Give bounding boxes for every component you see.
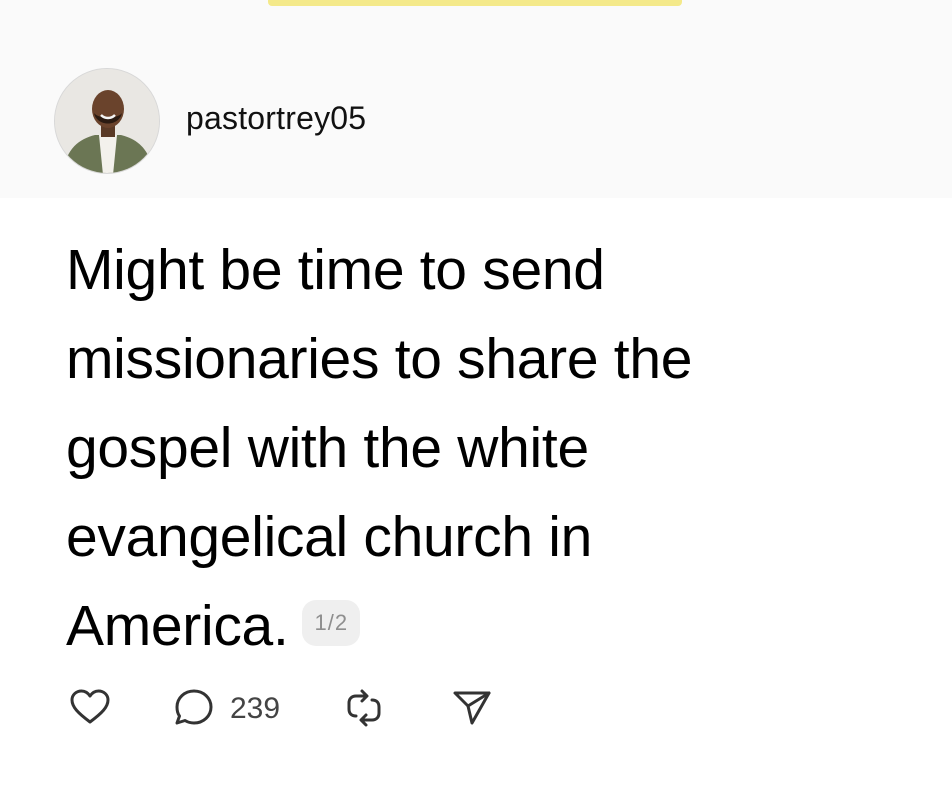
share-button[interactable] bbox=[450, 686, 494, 730]
post-body: Might be time to send missionaries to sh… bbox=[66, 226, 886, 671]
thread-count-badge: 1/2 bbox=[302, 599, 361, 646]
post-text-line: evangelical church in bbox=[66, 505, 593, 569]
previous-content-strip bbox=[268, 0, 682, 6]
post-text-line: missionaries to share the bbox=[66, 327, 693, 391]
avatar-photo bbox=[55, 69, 159, 173]
like-button[interactable] bbox=[68, 686, 112, 730]
send-paper-plane-icon bbox=[453, 691, 491, 725]
post-header: pastortrey05 bbox=[0, 0, 952, 198]
post-text-line: America. bbox=[66, 594, 289, 658]
reply-count: 239 bbox=[230, 692, 281, 725]
post-text-line: Might be time to send bbox=[66, 238, 605, 302]
repost-arrows-icon bbox=[347, 689, 381, 727]
post-screen: pastortrey05 Might be time to send missi… bbox=[0, 0, 952, 795]
repost-button[interactable] bbox=[342, 686, 386, 730]
heart-icon bbox=[70, 689, 110, 724]
post-text-line: gospel with the white bbox=[66, 416, 589, 480]
post-text-line-last: America. 1/2 bbox=[66, 582, 886, 671]
speech-bubble-icon bbox=[175, 689, 213, 725]
avatar[interactable] bbox=[54, 68, 160, 174]
username[interactable]: pastortrey05 bbox=[186, 100, 366, 137]
reply-button[interactable]: 239 bbox=[172, 686, 280, 730]
